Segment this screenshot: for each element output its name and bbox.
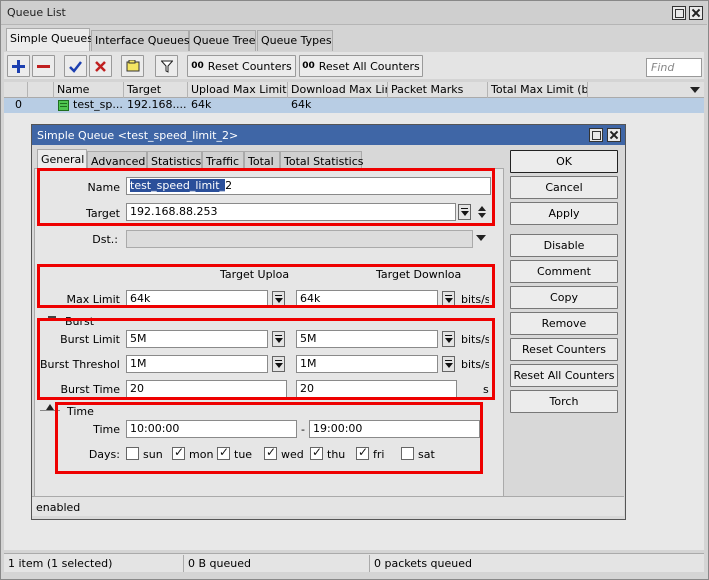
tab-label: Advanced [91,155,146,168]
checkmark-icon [69,60,82,73]
add-button[interactable] [7,55,30,77]
status-packets-queued: 0 packets queued [374,557,472,570]
reset-all-counters-label: Reset All Counters [318,59,420,73]
remove-button[interactable] [32,55,55,77]
row-name: test_sp... [73,98,123,111]
window-title: Queue List [7,6,66,19]
tab-label: Queue Types [261,34,332,47]
tab-label: Queue Tree [193,34,256,47]
dialog-titlebar: Simple Queue <test_speed_limit_2> [32,125,625,145]
tab-label: Traffic [206,155,240,168]
tab-queue-types[interactable]: Queue Types [257,30,333,51]
column-header-flags[interactable] [28,82,54,98]
tab-label: Total [248,155,274,168]
table-row[interactable]: 0 test_sp... 192.168.... 64k 64k [4,98,704,113]
highlight-time [55,402,483,474]
row-index: 0 [15,98,22,111]
note-icon [126,60,139,72]
column-header-index[interactable] [4,82,28,98]
time-collapse-icon[interactable] [46,404,54,410]
column-header-packet-marks[interactable]: Packet Marks [388,82,488,98]
tab-label: Total Statistics [284,155,364,168]
highlight-name-target [37,168,495,226]
statusbar: 1 item (1 selected) 0 B queued 0 packets… [4,553,704,572]
tab-label: Simple Queues [10,32,93,45]
dialog-reset-all-counters-button[interactable]: Reset All Counters [510,364,618,387]
disable-queue-button[interactable]: Disable [510,234,618,257]
disable-button[interactable] [89,55,112,77]
close-icon[interactable] [689,6,703,20]
cancel-button[interactable]: Cancel [510,176,618,199]
dst-input[interactable] [126,230,473,248]
tab-label: General [41,153,85,166]
dialog-close-icon[interactable] [607,128,621,142]
tab-queue-tree[interactable]: Queue Tree [189,30,256,51]
tab-label: Statistics [151,155,202,168]
torch-button[interactable]: Torch [510,390,618,413]
highlight-max-limit [37,264,495,308]
reset-counters-button[interactable]: 00 Reset Counters [187,55,296,77]
reset-all-counters-button[interactable]: 00 Reset All Counters [299,55,423,77]
counter-icon: 00 [191,61,204,71]
comment-queue-button[interactable]: Comment [510,260,618,283]
dialog-statusbar: enabled [32,496,624,516]
queue-icon [58,100,69,111]
status-items: 1 item (1 selected) [4,555,184,572]
dialog-status-text: enabled [36,501,81,514]
minus-icon [37,64,50,68]
find-input[interactable]: Find [646,58,702,77]
window-titlebar: Queue List [1,1,707,25]
row-download: 64k [291,98,312,111]
dialog-reset-counters-button[interactable]: Reset Counters [510,338,618,361]
column-header-upload[interactable]: Upload Max Limit [188,82,288,98]
chevron-down-icon [690,87,700,93]
remove-queue-button[interactable]: Remove [510,312,618,335]
row-upload: 64k [191,98,212,111]
x-icon [95,60,106,72]
column-header-target[interactable]: Target [124,82,188,98]
table-header: Name Target Upload Max Limit Download Ma… [4,82,704,98]
filter-button[interactable] [155,55,178,77]
column-header-name[interactable]: Name [54,82,124,98]
column-menu-button[interactable] [686,82,702,98]
column-header-total-max-limit[interactable]: Total Max Limit (b. [488,82,588,98]
enable-button[interactable] [64,55,87,77]
tab-strip: Simple Queues Interface Queues Queue Tre… [4,28,704,52]
highlight-burst [37,318,495,400]
counter-icon: 00 [302,61,315,71]
apply-button[interactable]: Apply [510,202,618,225]
row-target: 192.168.... [127,98,187,111]
copy-button[interactable]: Copy [510,286,618,309]
status-bytes-queued: 0 B queued [184,555,370,572]
plus-icon [12,59,25,73]
comment-button[interactable] [121,55,144,77]
column-header-download[interactable]: Download Max Lim [288,82,388,98]
maximize-icon[interactable] [672,6,686,20]
filter-icon [160,60,173,73]
dialog-maximize-icon[interactable] [589,128,603,142]
tab-interface-queues[interactable]: Interface Queues [91,30,190,51]
reset-counters-label: Reset Counters [207,59,292,73]
tab-label: Interface Queues [95,34,190,47]
tab-simple-queues[interactable]: Simple Queues [6,28,93,51]
dst-label: Dst.: [92,233,118,246]
dialog-title: Simple Queue <test_speed_limit_2> [37,129,239,142]
ok-button[interactable]: OK [510,150,618,173]
dst-dropdown-icon[interactable] [476,235,486,241]
